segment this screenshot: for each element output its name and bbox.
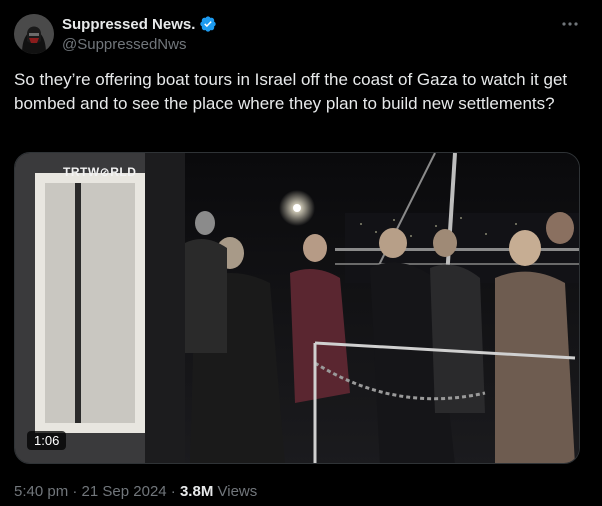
masked-figure-avatar-icon (14, 14, 54, 54)
views-count[interactable]: 3.8M (180, 483, 213, 500)
author-display-name-row[interactable]: Suppressed News. (62, 15, 217, 33)
video-duration-badge: 1:06 (27, 431, 67, 450)
video-player[interactable]: TRTW⊘RLD 1:06 (14, 152, 580, 464)
verified-badge-icon (200, 16, 217, 32)
meta-separator: · (72, 483, 78, 500)
trt-world-watermark: TRTW⊘RLD (63, 165, 137, 179)
tweet-meta: 5:40 pm · 21 Sep 2024 · 3.8M Views (14, 483, 257, 500)
author-avatar[interactable] (14, 14, 54, 54)
author-handle[interactable]: @SuppressedNws (62, 36, 186, 53)
author-display-name[interactable]: Suppressed News. (62, 16, 195, 33)
views-label[interactable]: Views (218, 483, 258, 500)
video-thumbnail (15, 153, 579, 463)
tweet-text: So they’re offering boat tours in Israel… (14, 70, 568, 113)
meta-separator: · (170, 483, 176, 500)
tweet-date[interactable]: 21 Sep 2024 (82, 483, 167, 500)
tweet: Suppressed News. @SuppressedNws So they’… (0, 0, 602, 506)
more-options-icon[interactable] (560, 14, 580, 34)
tweet-time[interactable]: 5:40 pm (14, 483, 68, 500)
